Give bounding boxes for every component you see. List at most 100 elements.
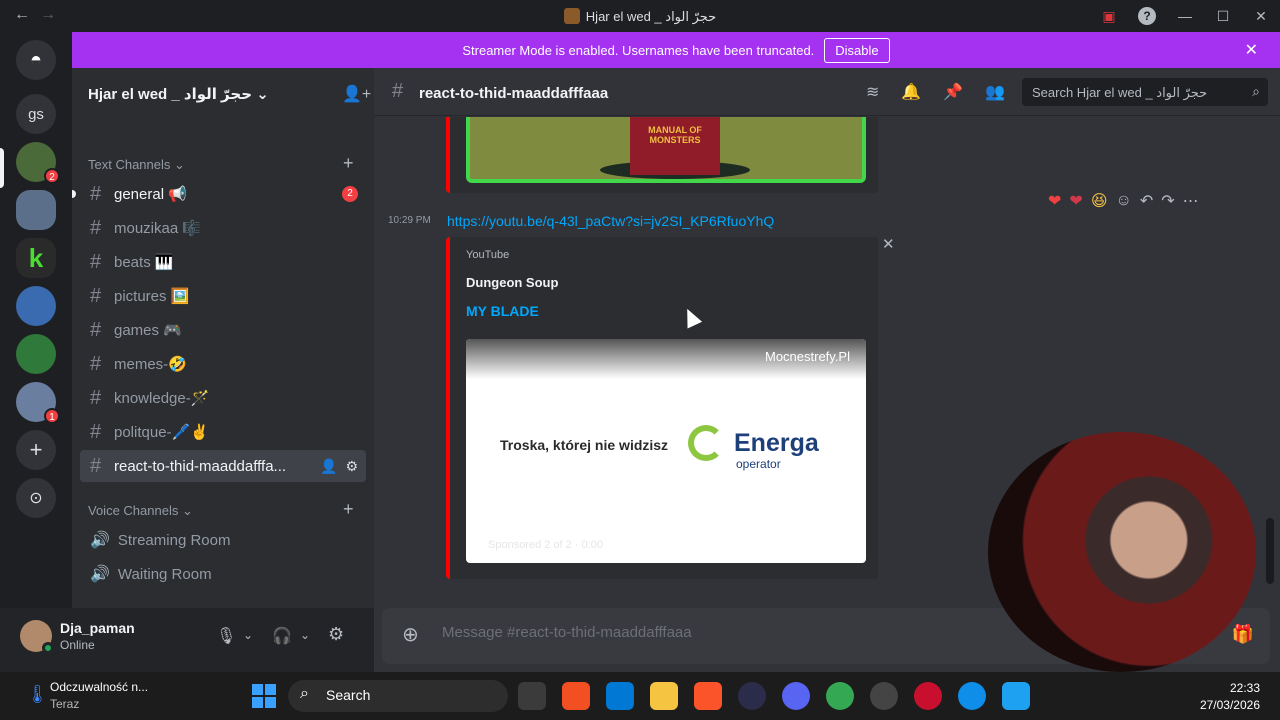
channel-memes[interactable]: # memes-🤣 bbox=[80, 348, 366, 380]
obs-icon[interactable] bbox=[870, 682, 898, 710]
pin-icon[interactable]: 📌 bbox=[943, 82, 963, 102]
thermometer-icon: 🌡 bbox=[26, 684, 49, 704]
text-channels-category[interactable]: Text Channels ⌄ bbox=[88, 157, 185, 173]
hash-icon: # bbox=[90, 318, 102, 341]
channel-politque[interactable]: # politque-🖊️✌️ bbox=[80, 416, 366, 448]
voice-channel-streaming-room[interactable]: 🔊 Streaming Room bbox=[80, 524, 366, 556]
edge-icon[interactable] bbox=[958, 682, 986, 710]
mic-options-chevron-icon[interactable]: ⌄ bbox=[243, 628, 253, 642]
image-embed: MANUAL OF MONSTERS bbox=[446, 117, 878, 193]
system-clock[interactable]: 22:33 27/03/2026 bbox=[1200, 680, 1260, 714]
channel-general[interactable]: # general 📢 2 bbox=[80, 178, 366, 210]
window-titlebar: ← → Hjar el wed _ حجرّ الواد ▣ ? — ☐ ✕ bbox=[0, 0, 1280, 32]
headphones-icon[interactable]: 🎧 bbox=[272, 626, 292, 646]
more-icon[interactable]: ⋯ bbox=[1183, 191, 1199, 211]
window-controls: ▣ ? — ☐ ✕ bbox=[1090, 0, 1280, 32]
search-input[interactable]: Search Hjar el wed _ حجرّ الواد ⌕ bbox=[1022, 78, 1268, 106]
create-invite-icon[interactable]: 👤 bbox=[320, 458, 337, 475]
scrollbar-thumb[interactable] bbox=[1266, 518, 1274, 584]
threads-icon[interactable]: ≋ bbox=[866, 82, 879, 102]
avatar[interactable] bbox=[20, 620, 54, 654]
server-list: ◓ gs 2 k 1 + ⊙ bbox=[0, 32, 72, 672]
user-settings-gear-icon[interactable]: ⚙ bbox=[328, 624, 344, 645]
guild-badge: 2 bbox=[44, 168, 60, 184]
app-icon[interactable] bbox=[738, 682, 766, 710]
guild-gs[interactable]: gs bbox=[16, 94, 56, 134]
video-player[interactable]: Mocnestrefy.Pl Troska, której nie widzis… bbox=[466, 339, 866, 563]
channel-games[interactable]: # games 🎮 bbox=[80, 314, 366, 346]
add-reaction-icon[interactable]: ☺ bbox=[1116, 192, 1132, 210]
add-server-icon[interactable]: + bbox=[16, 430, 56, 470]
disable-streamer-mode-button[interactable]: Disable bbox=[824, 37, 890, 63]
guild-avatar[interactable] bbox=[16, 286, 56, 326]
server-name-dropdown[interactable]: Hjar el wed _ حجرّ الواد ⌄ bbox=[88, 85, 269, 103]
voice-channel-waiting-room[interactable]: 🔊 Waiting Room bbox=[80, 558, 366, 590]
audio-options-chevron-icon[interactable]: ⌄ bbox=[300, 628, 310, 642]
speaker-icon: 🔊 bbox=[90, 532, 110, 549]
message-input[interactable] bbox=[442, 624, 1002, 641]
heart-reaction-icon[interactable]: ❤ bbox=[1069, 191, 1082, 211]
cartoon-image[interactable]: MANUAL OF MONSTERS bbox=[466, 117, 866, 183]
laugh-reaction-icon[interactable]: 😆 bbox=[1091, 191, 1108, 211]
guild-avatar[interactable] bbox=[16, 334, 56, 374]
store-icon[interactable] bbox=[606, 682, 634, 710]
forward-icon[interactable]: ↷ bbox=[1161, 191, 1174, 211]
taskbar-search[interactable]: ⌕ Search bbox=[288, 680, 508, 712]
message-hover-toolbar: ❤ ❤ 😆 ☺ ↶ ↷ ⋯ bbox=[1044, 187, 1203, 215]
guild-badge: 1 bbox=[44, 408, 60, 424]
discord-home-icon[interactable]: ◓ bbox=[16, 40, 56, 80]
user-status: Online bbox=[60, 638, 95, 652]
guild-avatar[interactable]: 2 bbox=[16, 142, 60, 184]
inbox-icon[interactable]: ▣ bbox=[1090, 8, 1128, 25]
attach-plus-icon[interactable]: ⊕ bbox=[402, 622, 419, 647]
hash-icon: # bbox=[90, 284, 102, 307]
brave-browser-icon[interactable] bbox=[694, 682, 722, 710]
close-banner-icon[interactable]: ✕ bbox=[1245, 40, 1258, 60]
reply-icon[interactable]: ↶ bbox=[1140, 191, 1153, 211]
online-status-dot bbox=[42, 642, 54, 654]
hash-icon: # bbox=[90, 352, 102, 375]
discover-icon[interactable]: ⊙ bbox=[16, 478, 56, 518]
channel-knowledge[interactable]: # knowledge-🪄 bbox=[80, 382, 366, 414]
hash-icon: # bbox=[392, 80, 404, 102]
windows-start-icon[interactable] bbox=[252, 684, 276, 708]
maximize-button[interactable]: ☐ bbox=[1204, 8, 1242, 25]
energa-logo-icon bbox=[688, 425, 724, 461]
embed-title[interactable]: MY BLADE bbox=[466, 303, 539, 319]
channel-name: react-to-thid-maaddafffaaa bbox=[419, 85, 609, 102]
help-button[interactable]: ? bbox=[1128, 7, 1166, 25]
photos-icon[interactable] bbox=[1002, 682, 1030, 710]
voice-channels-category[interactable]: Voice Channels ⌄ bbox=[88, 503, 193, 519]
minimize-button[interactable]: — bbox=[1166, 8, 1204, 24]
streamer-mode-banner: Streamer Mode is enabled. Usernames have… bbox=[72, 32, 1280, 68]
guild-avatar[interactable]: k bbox=[16, 238, 56, 278]
channel-beats[interactable]: # beats 🎹 bbox=[80, 246, 366, 278]
youtube-embed: YouTube Dungeon Soup MY BLADE Mocnestref… bbox=[446, 237, 878, 579]
gift-icon[interactable]: 🎁 bbox=[1232, 624, 1254, 645]
discord-taskbar-icon[interactable] bbox=[782, 682, 810, 710]
remove-embed-close-icon[interactable]: ✕ bbox=[882, 235, 895, 253]
notification-bell-icon[interactable]: 🔔 bbox=[901, 82, 921, 102]
embed-author[interactable]: Dungeon Soup bbox=[466, 275, 558, 290]
heart-reaction-icon[interactable]: ❤ bbox=[1048, 191, 1061, 211]
guild-avatar[interactable] bbox=[16, 190, 56, 230]
task-view-icon[interactable] bbox=[518, 682, 546, 710]
file-explorer-icon[interactable] bbox=[650, 682, 678, 710]
window-title: Hjar el wed _ حجرّ الواد bbox=[0, 8, 1280, 25]
hash-icon: # bbox=[90, 250, 102, 273]
channel-actions: 👤 ⚙ bbox=[320, 458, 358, 475]
gear-icon[interactable]: ⚙ bbox=[345, 458, 358, 475]
microphone-icon[interactable]: 🎙 bbox=[216, 626, 236, 646]
message-link[interactable]: https://youtu.be/q-43l_paCtw?si=jv2SI_KP… bbox=[447, 213, 774, 229]
channel-mouzikaa[interactable]: # mouzikaa 🎼 bbox=[80, 212, 366, 244]
close-button[interactable]: ✕ bbox=[1242, 8, 1280, 25]
chrome-icon[interactable] bbox=[826, 682, 854, 710]
app-icon[interactable] bbox=[914, 682, 942, 710]
help-icon: ? bbox=[1138, 7, 1156, 25]
ad-brand-sub: operator bbox=[736, 457, 781, 471]
widgets-icon[interactable] bbox=[562, 682, 590, 710]
guild-avatar[interactable]: 1 bbox=[16, 382, 60, 424]
channel-pictures[interactable]: # pictures 🖼️ bbox=[80, 280, 366, 312]
member-list-icon[interactable]: 👥 bbox=[985, 82, 1005, 102]
channel-react-to-thid[interactable]: # react-to-thid-maaddafffa... 👤 ⚙ bbox=[80, 450, 366, 482]
